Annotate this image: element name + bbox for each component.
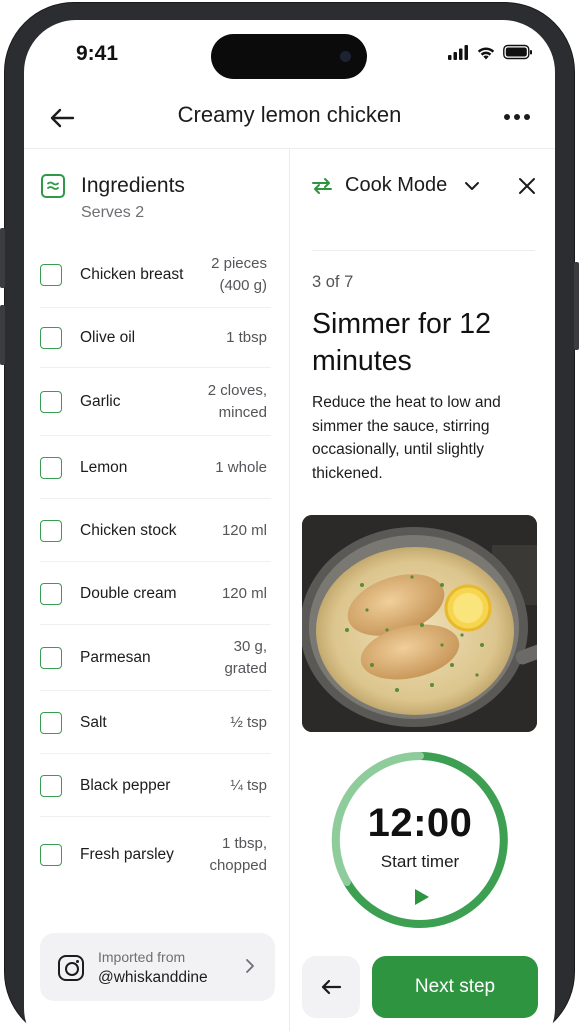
step-title: Simmer for 12 minutes — [312, 308, 491, 377]
ingredient-checkbox[interactable] — [40, 519, 62, 542]
ingredient-amount: 30 g, grated — [224, 638, 267, 677]
ingredient-checkbox[interactable] — [40, 582, 62, 605]
ingredient-amount: 1 tbsp, chopped — [209, 835, 267, 874]
source-handle: @whiskanddine — [98, 969, 208, 986]
previous-step-button[interactable] — [302, 956, 360, 1018]
ingredient-checkbox[interactable] — [40, 774, 62, 797]
side-button — [574, 262, 579, 350]
ingredient-row[interactable]: Lemon 1 whole — [24, 436, 289, 499]
status-icons — [447, 44, 533, 60]
play-icon[interactable] — [410, 886, 432, 908]
ingredients-title: Ingredients — [81, 174, 185, 197]
ingredient-name: Chicken breast — [80, 266, 184, 283]
ingredient-amount: 120 ml — [221, 521, 267, 539]
status-bar: 9:41 — [24, 20, 555, 90]
cook-mode-panel: Cook Mode 3 of 7 Simmer for 12 minutes R… — [290, 149, 555, 1031]
signal-icon — [448, 45, 468, 60]
ingredient-amount: ½ tsp — [230, 713, 267, 731]
ingredient-name: Fresh parsley — [80, 846, 174, 863]
more-dots-icon — [504, 114, 510, 120]
side-button — [0, 305, 5, 365]
ingredient-row[interactable]: Double cream 120 ml — [24, 562, 289, 625]
battery-icon — [503, 44, 532, 60]
ingredient-checkbox[interactable] — [40, 327, 62, 349]
more-button[interactable] — [497, 102, 537, 132]
ingredient-row[interactable]: Salt ½ tsp — [24, 691, 289, 754]
ingredients-panel: Ingredients Serves 2 Chicken breast 2 pi… — [24, 149, 289, 1031]
step-timer[interactable]: 12:00 Start timer — [329, 749, 511, 931]
timer-display: 12:00 — [367, 801, 473, 845]
chevron-down-icon[interactable] — [463, 177, 481, 195]
arrow-left-icon — [50, 108, 75, 128]
app-screen: 9:41 Creamy lemon chicken Ingredients Se… — [24, 20, 555, 1031]
ingredient-name: Double cream — [80, 584, 177, 602]
ingredient-checkbox[interactable] — [40, 391, 62, 413]
ingredient-row[interactable]: Fresh parsley 1 tbsp, chopped — [24, 817, 289, 893]
ingredient-row[interactable]: Chicken stock 120 ml — [24, 499, 289, 562]
ingredient-name: Lemon — [80, 458, 128, 476]
more-dot — [524, 114, 530, 120]
nav-bar: Creamy lemon chicken — [24, 90, 555, 148]
ingredient-row[interactable]: Garlic 2 cloves, minced — [24, 368, 289, 436]
ingredient-checkbox[interactable] — [40, 844, 62, 866]
ingredient-amount: 120 ml — [221, 584, 267, 602]
ingredient-checkbox[interactable] — [40, 711, 62, 734]
imported-label: Imported from — [98, 949, 186, 965]
servings-label: Serves 2 — [81, 204, 145, 221]
ingredient-amount: 2 cloves, minced — [207, 382, 267, 421]
close-icon — [519, 178, 535, 194]
more-dot — [514, 114, 520, 120]
ingredient-list: Chicken breast 2 pieces (400 g) Olive oi… — [24, 242, 289, 893]
arrow-left-icon — [321, 979, 342, 995]
ingredient-checkbox[interactable] — [40, 264, 62, 286]
chevron-right-icon — [239, 955, 261, 977]
dish-photo — [302, 515, 537, 732]
ingredients-list-icon — [41, 174, 65, 198]
dynamic-island — [211, 34, 367, 79]
repeat-icon — [312, 178, 332, 194]
imported-from-card[interactable]: Imported from @whiskanddine — [40, 933, 275, 1001]
ingredient-name: Parmesan — [80, 649, 151, 666]
ingredient-amount: 1 whole — [215, 458, 267, 476]
ingredient-name: Chicken stock — [80, 521, 177, 539]
back-button[interactable] — [44, 100, 80, 136]
wifi-icon — [477, 47, 495, 60]
ingredient-checkbox[interactable] — [40, 647, 62, 669]
cook-header-divider — [312, 250, 535, 251]
close-button[interactable] — [513, 172, 541, 200]
ingredient-checkbox[interactable] — [40, 456, 62, 479]
ingredient-row[interactable]: Black pepper ¼ tsp — [24, 754, 289, 817]
ingredient-amount: ¼ tsp — [230, 776, 267, 794]
step-counter: 3 of 7 — [312, 273, 354, 291]
status-time: 9:41 — [76, 42, 119, 65]
camera-dot — [340, 51, 351, 62]
page-title: Creamy lemon chicken — [177, 102, 402, 127]
ingredient-name: Black pepper — [80, 776, 171, 794]
cook-mode-selector[interactable]: Cook Mode — [345, 174, 447, 197]
ingredient-row[interactable]: Chicken breast 2 pieces (400 g) — [24, 242, 289, 308]
ingredient-amount: 1 tbsp — [226, 329, 267, 346]
ingredient-row[interactable]: Parmesan 30 g, grated — [24, 625, 289, 691]
ingredient-name: Olive oil — [80, 329, 136, 346]
ingredient-row[interactable]: Olive oil 1 tbsp — [24, 308, 289, 368]
timer-label: Start timer — [380, 852, 460, 871]
next-step-button[interactable]: Next step — [372, 956, 538, 1018]
ingredient-name: Garlic — [80, 393, 121, 410]
ingredient-name: Salt — [80, 713, 107, 731]
side-button — [0, 228, 5, 288]
ingredient-amount: 2 pieces (400 g) — [211, 255, 267, 294]
step-description: Reduce the heat to low and simmer the sa… — [312, 394, 501, 482]
instagram-icon — [58, 955, 84, 981]
